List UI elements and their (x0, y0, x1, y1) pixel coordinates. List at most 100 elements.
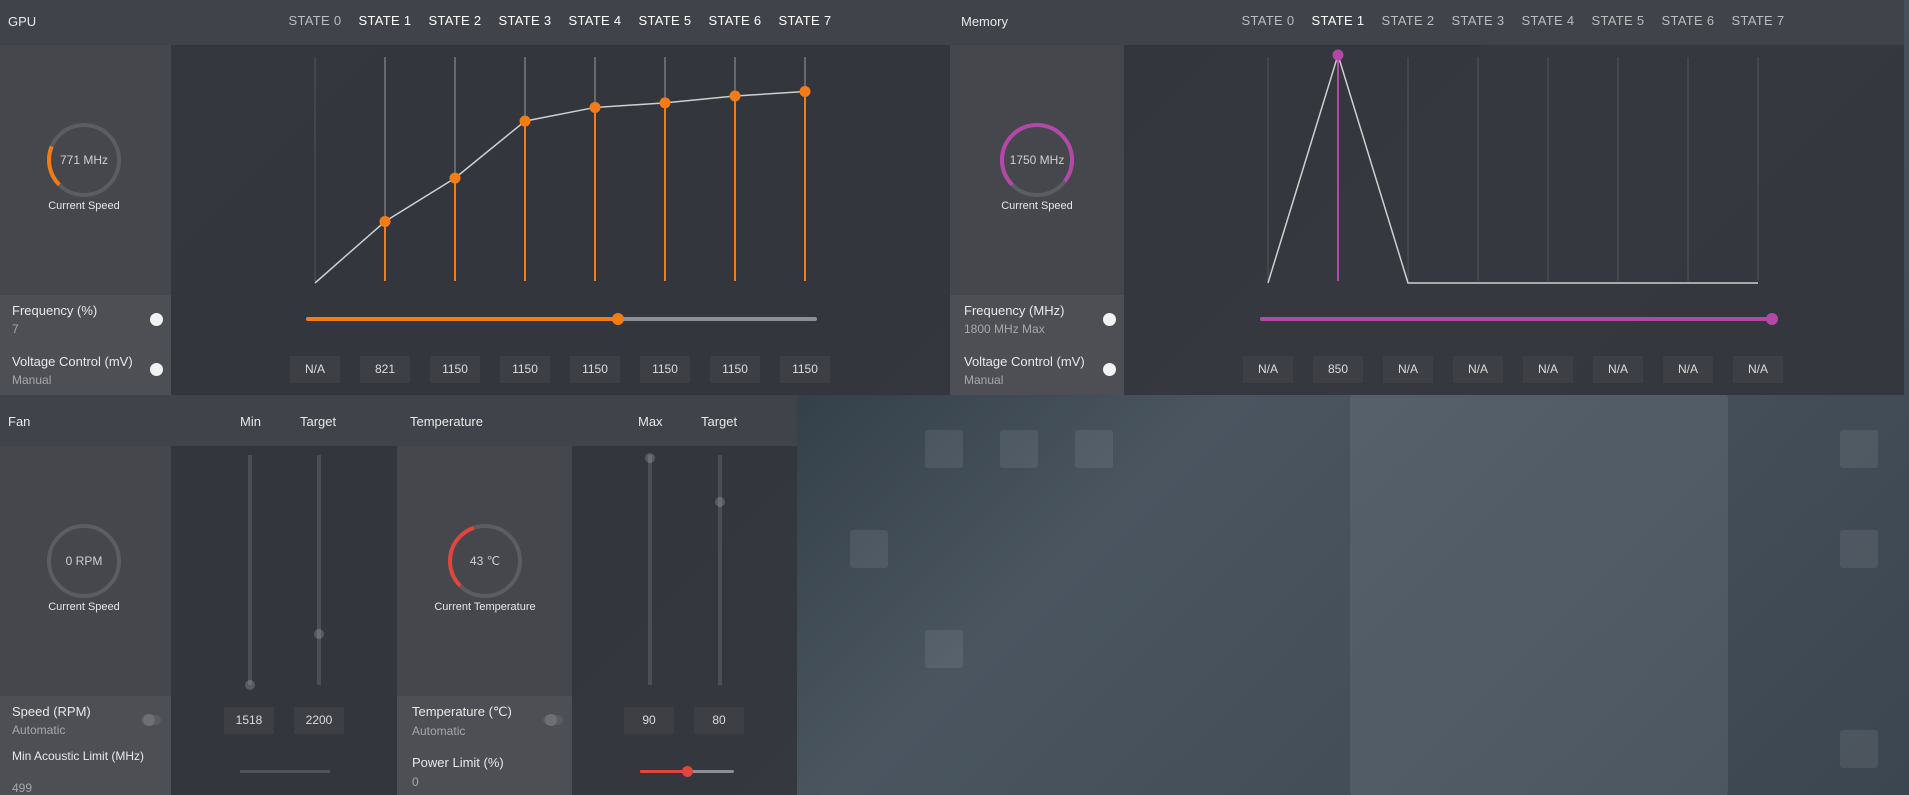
memory-state-label-6[interactable]: STATE 6 (1648, 13, 1728, 28)
memory-curve-line (1267, 52, 1758, 284)
gpu-voltage-row (0, 345, 171, 395)
power-limit-row (397, 746, 572, 795)
memory-state-label-7[interactable]: STATE 7 (1718, 13, 1798, 28)
gpu-voltage-input-6[interactable]: 1150 (710, 356, 760, 383)
gpu-state-label-0[interactable]: STATE 0 (275, 13, 355, 28)
memory-voltage-input-5[interactable]: N/A (1593, 356, 1643, 383)
fan-speed-toggle[interactable] (141, 714, 161, 726)
desktop-icon (925, 430, 963, 468)
power-limit-title: Power Limit (%) (412, 755, 504, 770)
gpu-state-label-6[interactable]: STATE 6 (695, 13, 775, 28)
memory-voltage-mode: Manual (964, 373, 1004, 387)
power-limit-slider[interactable] (640, 764, 734, 778)
fan-target-slider[interactable] (317, 455, 321, 685)
memory-voltage-input-2[interactable]: N/A (1383, 356, 1433, 383)
fan-min-knob[interactable] (245, 680, 255, 690)
fan-target-knob[interactable] (314, 629, 324, 639)
gpu-slider-knob[interactable] (611, 313, 624, 325)
desktop-icon (1840, 430, 1878, 468)
temperature-toggle[interactable] (543, 714, 563, 726)
temperature-target-header: Target (701, 414, 738, 429)
temperature-gauge-label: Current Temperature (434, 601, 536, 613)
memory-gauge-value: 1750 MHz (1009, 153, 1065, 167)
gpu-state-label-1[interactable]: STATE 1 (345, 13, 425, 28)
fan-min-input[interactable]: 1518 (224, 707, 274, 734)
memory-voltage-input-4[interactable]: N/A (1523, 356, 1573, 383)
desktop-icon (1075, 430, 1113, 468)
desktop-icon (925, 630, 963, 668)
gpu-frequency-title: Frequency (%) (12, 303, 98, 318)
gpu-voltage-input-4[interactable]: 1150 (570, 356, 620, 383)
gpu-voltage-title: Voltage Control (mV) (12, 354, 133, 369)
gpu-voltage-input-5[interactable]: 1150 (640, 356, 690, 383)
temperature-target-knob[interactable] (715, 497, 725, 507)
gpu-frequency-slider[interactable] (306, 312, 817, 326)
gpu-state-point (449, 172, 461, 184)
memory-voltage-input-6[interactable]: N/A (1663, 356, 1713, 383)
fan-speed-title: Speed (RPM) (12, 704, 91, 719)
memory-state-label-1[interactable]: STATE 1 (1298, 13, 1378, 28)
memory-voltage-input-3[interactable]: N/A (1453, 356, 1503, 383)
gpu-voltage-mode: Manual (12, 373, 52, 387)
fan-min-slider[interactable] (248, 455, 252, 685)
temperature-max-slider[interactable] (648, 455, 652, 685)
memory-title: Memory (961, 14, 1008, 29)
fan-title: Fan (8, 414, 31, 429)
gpu-gauge-value: 771 MHz (59, 153, 109, 167)
memory-frequency-slider[interactable] (1260, 312, 1778, 326)
gpu-state-label-5[interactable]: STATE 5 (625, 13, 705, 28)
gpu-state-point (729, 90, 741, 102)
gpu-voltage-input-0[interactable]: N/A (290, 356, 340, 383)
memory-voltage-toggle[interactable] (1103, 363, 1116, 376)
memory-voltage-input-1[interactable]: 850 (1313, 356, 1363, 383)
gpu-state-point (589, 101, 601, 113)
gpu-voltage-input-7[interactable]: 1150 (780, 356, 830, 383)
gpu-state-label-2[interactable]: STATE 2 (415, 13, 495, 28)
gpu-state-label-3[interactable]: STATE 3 (485, 13, 565, 28)
gpu-state-label-4[interactable]: STATE 4 (555, 13, 635, 28)
memory-state-label-4[interactable]: STATE 4 (1508, 13, 1588, 28)
memory-state-chart[interactable] (1124, 45, 1904, 295)
gpu-voltage-input-1[interactable]: 821 (360, 356, 410, 383)
gpu-state-label-7[interactable]: STATE 7 (765, 13, 845, 28)
gpu-frequency-toggle[interactable] (150, 313, 163, 326)
temperature-target-input[interactable]: 80 (694, 707, 744, 734)
gpu-state-point (379, 215, 391, 227)
fan-speed-mode: Automatic (12, 723, 66, 737)
memory-voltage-row (950, 345, 1124, 395)
memory-slider-knob[interactable] (1766, 313, 1778, 325)
fan-header (0, 395, 397, 446)
memory-voltage-input-0[interactable]: N/A (1243, 356, 1293, 383)
gpu-curve-line (314, 90, 806, 284)
fan-target-input[interactable]: 2200 (294, 707, 344, 734)
gpu-state-point (519, 115, 531, 127)
gpu-voltage-input-3[interactable]: 1150 (500, 356, 550, 383)
temperature-max-knob[interactable] (645, 453, 655, 463)
desktop-icon (1000, 430, 1038, 468)
memory-state-label-3[interactable]: STATE 3 (1438, 13, 1518, 28)
fan-acoustic-slider[interactable] (240, 770, 330, 773)
memory-gauge-label: Current Speed (1001, 200, 1073, 212)
temperature-target-slider[interactable] (718, 455, 722, 685)
gpu-title: GPU (8, 14, 37, 29)
fan-gauge-label: Current Speed (48, 601, 120, 613)
temperature-row-mode: Automatic (412, 724, 466, 738)
temperature-max-input[interactable]: 90 (624, 707, 674, 734)
gpu-state-point (659, 97, 671, 109)
memory-slider-fill (1260, 317, 1772, 321)
memory-state-label-5[interactable]: STATE 5 (1578, 13, 1658, 28)
fan-gauge-value: 0 RPM (65, 554, 103, 568)
memory-frequency-toggle[interactable] (1103, 313, 1116, 326)
gpu-voltage-input-2[interactable]: 1150 (430, 356, 480, 383)
memory-state-point (1332, 49, 1344, 61)
gpu-voltage-toggle[interactable] (150, 363, 163, 376)
memory-voltage-input-7[interactable]: N/A (1733, 356, 1783, 383)
power-limit-value: 0 (412, 775, 419, 789)
memory-state-label-2[interactable]: STATE 2 (1368, 13, 1448, 28)
desktop-icon (1840, 730, 1878, 768)
gpu-state-chart[interactable] (171, 45, 950, 295)
memory-frequency-value: 1800 MHz Max (964, 322, 1045, 336)
memory-state-label-0[interactable]: STATE 0 (1228, 13, 1308, 28)
fan-acoustic-title: Min Acoustic Limit (MHz) (12, 749, 145, 763)
power-slider-knob[interactable] (681, 766, 693, 777)
